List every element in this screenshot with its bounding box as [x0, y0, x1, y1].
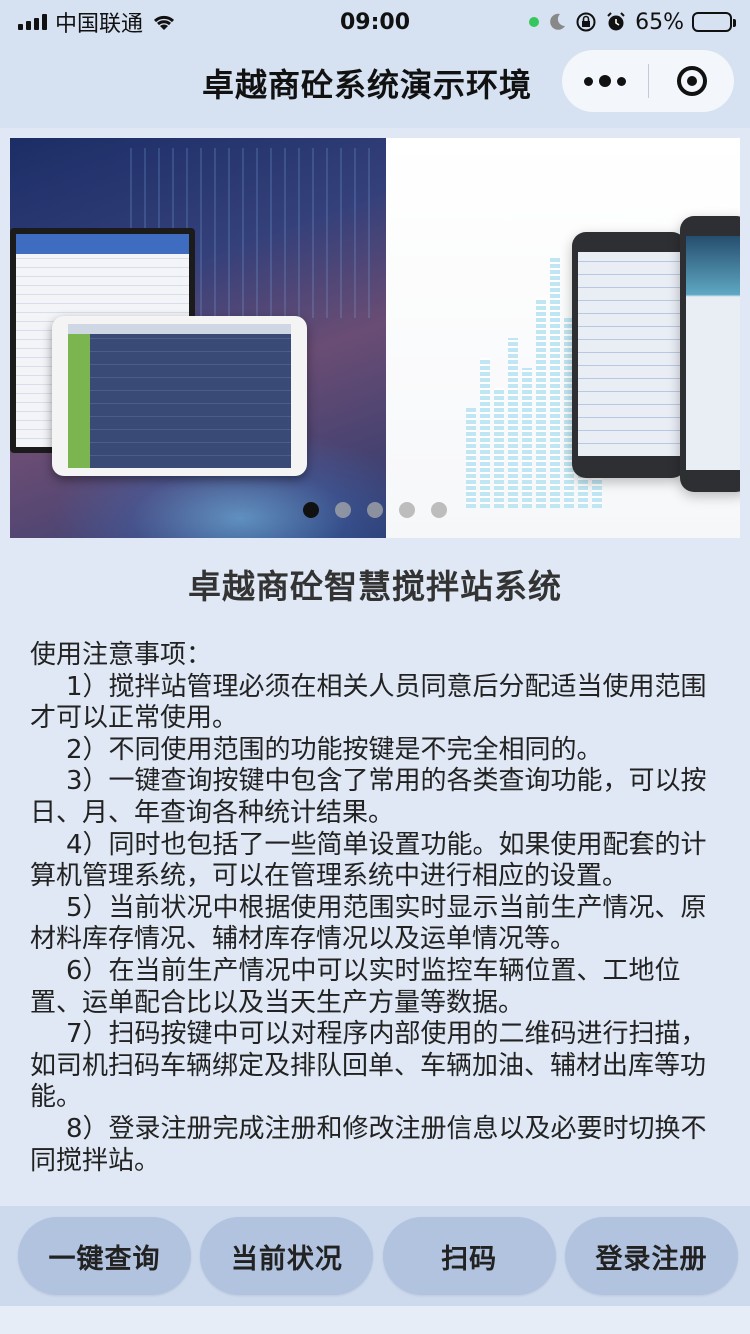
- notes-item: 2）不同使用范围的功能按键是不完全相同的。: [66, 734, 603, 765]
- carousel-indicators: [10, 502, 740, 518]
- battery-icon: [692, 12, 736, 32]
- scan-button[interactable]: 扫码: [382, 1217, 556, 1295]
- mini-program-capsule: [562, 50, 734, 112]
- alarm-icon: [607, 12, 625, 31]
- carousel-dot[interactable]: [431, 502, 447, 518]
- tablet-illustration: [52, 316, 307, 476]
- login-register-button[interactable]: 登录注册: [564, 1217, 738, 1295]
- moon-icon: [550, 13, 566, 30]
- privacy-indicator-icon: [529, 17, 540, 27]
- notes-item: 8）登录注册完成注册和修改注册信息以及必要时切换不同搅拌站。: [30, 1113, 707, 1176]
- banner-slide-phone-image: [386, 138, 740, 538]
- app-page: 中国联通 09:00 65% 卓越商砼系统演示环境 卓越商砼智慧搅拌站系统 使用…: [0, 0, 750, 1334]
- notes-heading: 使用注意事项：: [30, 640, 213, 670]
- footer-strip: [0, 1306, 750, 1334]
- carousel-dot[interactable]: [399, 502, 415, 518]
- notes-item: 6）在当前生产情况中可以实时监控车辆位置、工地位置、运单配合比以及当天生产方量等…: [30, 955, 681, 1018]
- battery-percent: 65%: [635, 9, 684, 35]
- bottom-action-bar: 一键查询 当前状况 扫码 登录注册: [0, 1206, 750, 1306]
- notes-item: 1）搅拌站管理必须在相关人员同意后分配适当使用范围才可以正常使用。: [30, 671, 707, 734]
- carousel-dot[interactable]: [303, 502, 319, 518]
- carousel-dot[interactable]: [335, 502, 351, 518]
- wifi-icon: [153, 15, 175, 30]
- usage-notes: 使用注意事项： 1）搅拌站管理必须在相关人员同意后分配适当使用范围才可以正常使用…: [30, 640, 722, 1205]
- notes-item: 5）当前状况中根据使用范围实时显示当前生产情况、原材料库存情况、辅材库存情况以及…: [30, 892, 707, 955]
- carousel-dot[interactable]: [367, 502, 383, 518]
- nav-bar: 卓越商砼系统演示环境: [0, 44, 750, 128]
- banner-carousel[interactable]: [10, 138, 740, 538]
- current-status-button[interactable]: 当前状况: [200, 1217, 374, 1295]
- signal-icon: [18, 14, 47, 30]
- banner-slide-desktop-image: [10, 138, 386, 538]
- more-dots-icon[interactable]: [562, 75, 648, 87]
- one-click-query-button[interactable]: 一键查询: [18, 1217, 191, 1295]
- rotation-lock-icon: [576, 12, 596, 32]
- target-circle-icon[interactable]: [649, 66, 734, 96]
- carrier-name: 中国联通: [55, 12, 144, 37]
- notes-item: 3）一键查询按键中包含了常用的各类查询功能，可以按日、月、年查询各种统计结果。: [30, 766, 707, 828]
- phone-illustration-2: [680, 216, 740, 492]
- system-title: 卓越商砼智慧搅拌站系统: [188, 567, 562, 606]
- notes-item: 4）同时也包括了一些简单设置功能。如果使用配套的计算机管理系统，可以在管理系统中…: [30, 829, 707, 892]
- notes-item: 7）扫码按键中可以对程序内部使用的二维码进行扫描，如司机扫码车辆绑定及排队回单、…: [30, 1019, 707, 1113]
- status-right: 65%: [529, 9, 736, 35]
- status-left: 中国联通: [18, 6, 177, 38]
- phone-illustration-1: [572, 232, 686, 478]
- status-bar: 中国联通 09:00 65%: [0, 0, 750, 44]
